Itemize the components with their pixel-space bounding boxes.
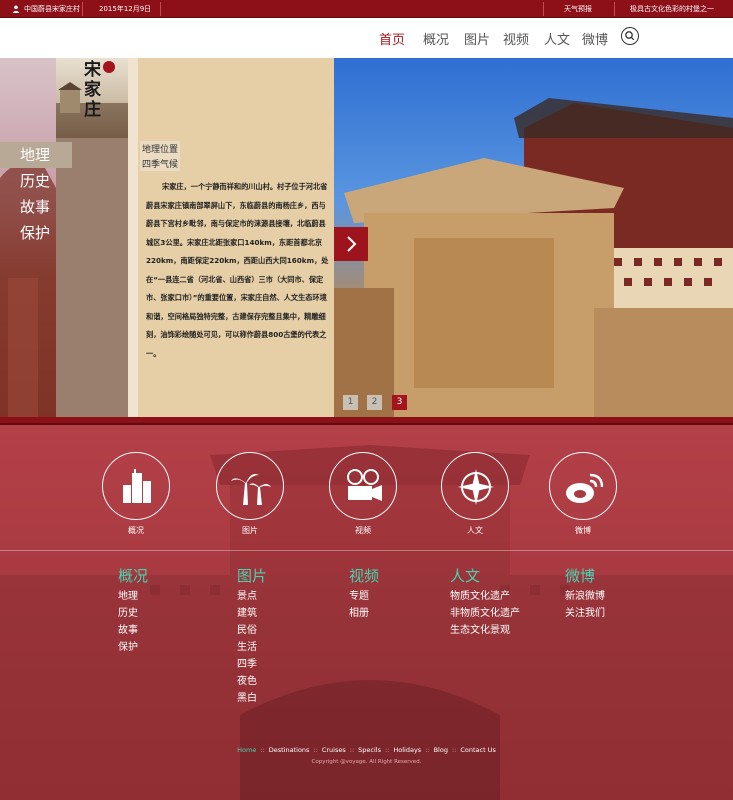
footer-link[interactable]: 专题 [349,588,379,605]
footer-column-weibo: 微博 新浪微博 关注我们 [565,565,605,622]
column-head[interactable]: 人文 [450,565,520,586]
divider [82,2,83,16]
date-text: 2015年12月9日 [99,5,152,13]
pager-dot[interactable]: 2 [367,395,382,410]
bottom-nav: Home:: Destinations:: Cruises:: Specils:: Ho… [237,746,496,754]
bottom-link-destinations[interactable]: Destinations [269,746,310,754]
culture-link[interactable] [441,452,509,520]
chevron-right-icon [347,236,357,252]
nav-item-weibo[interactable]: 微博 [582,29,608,48]
weibo-link[interactable] [549,452,617,520]
logo-text: 宋家庄 [84,60,101,120]
village-logo: 宋家庄 概述 [56,58,136,138]
footer-link[interactable]: 生态文化景观 [450,622,520,639]
nav-item-overview[interactable]: 概况 [423,29,449,48]
footer-link[interactable]: 新浪微博 [565,588,605,605]
footer-column-pictures: 图片 景点 建筑 民俗 生活 四季 夜色 黑白 [237,565,267,707]
bottom-link-home[interactable]: Home [237,746,256,754]
footer-link[interactable]: 保护 [118,639,148,656]
footer-link[interactable]: 景点 [237,588,267,605]
sub-item-climate[interactable]: 四季气候 [140,156,181,171]
search-icon [625,31,635,41]
subnav-strip [128,58,138,418]
footer-link[interactable]: 四季 [237,656,267,673]
footer-divider [0,550,733,551]
nav-item-home[interactable]: 首页 [379,29,405,48]
icon-label-overview: 概况 [128,526,144,535]
copyright-text: Copyright @voyage. All Right Reserved. [311,759,422,765]
main-nav: 首页 概况 图片 视频 人文 微博 [0,18,733,58]
divider [614,2,615,16]
compass-icon [458,469,494,505]
side-item-protection[interactable]: 保护 [0,220,72,246]
side-item-geography[interactable]: 地理 [0,142,72,168]
footer-link[interactable]: 生活 [237,639,267,656]
footer-link[interactable]: 相册 [349,605,379,622]
palm-trees-icon [231,474,271,505]
nav-item-pictures[interactable]: 图片 [464,29,490,48]
icon-label-culture: 人文 [467,526,483,535]
news-ticker: 极具古文化色彩的村堡之一 [630,5,714,13]
hero-bottom-band [0,417,733,425]
footer-column-videos: 视频 专题 相册 [349,565,379,622]
nav-item-videos[interactable]: 视频 [503,29,529,48]
footer-column-culture: 人文 物质文化遗产 非物质文化遗产 生态文化景观 [450,565,520,639]
icon-label-weibo: 微博 [575,526,591,535]
location-text: 中国蔚县宋家庄村 [24,5,80,13]
bottom-link-specils[interactable]: Specils [358,746,381,754]
pager-dot-active[interactable]: 3 [392,395,407,410]
buildings-icon [123,469,151,503]
footer-link[interactable]: 黑白 [237,690,267,707]
column-head[interactable]: 视频 [349,565,379,586]
top-info-bar: 中国蔚县宋家庄村 2015年12月9日 天气预报 极具古文化色彩的村堡之一 [0,0,733,18]
footer-link[interactable]: 民俗 [237,622,267,639]
column-head[interactable]: 图片 [237,565,267,586]
icon-label-pictures: 图片 [242,526,258,535]
footer-link[interactable]: 建筑 [237,605,267,622]
footer-link[interactable]: 关注我们 [565,605,605,622]
footer-link[interactable]: 历史 [118,605,148,622]
hero-slider: 宋家庄 概述 地理 历史 故事 保护 地理位置 四季气候 宋家庄，一个宁静而祥和… [0,58,733,418]
description-text: 宋家庄，一个宁静而祥和的川山村。村子位于河北省蔚县宋家庄镇南部翠屏山下，东临蔚县… [146,182,329,358]
side-item-stories[interactable]: 故事 [0,194,72,220]
footer-link[interactable]: 物质文化遗产 [450,588,520,605]
divider [160,2,161,16]
bottom-link-blog[interactable]: Blog [434,746,448,754]
footer-link[interactable]: 非物质文化遗产 [450,605,520,622]
bottom-link-contact[interactable]: Contact Us [460,746,496,754]
weather-link[interactable]: 天气预报 [564,0,592,18]
bottom-link-holidays[interactable]: Holidays [393,746,421,754]
bottom-link-cruises[interactable]: Cruises [322,746,346,754]
footer-link[interactable]: 夜色 [237,673,267,690]
footer: 概况 图片 视频 人文 微博 概况 地理 历史 故事 保护 图片 景点 建筑 民… [0,425,733,800]
search-button[interactable] [621,27,639,45]
footer-column-overview: 概况 地理 历史 故事 保护 [118,565,148,656]
footer-link[interactable]: 故事 [118,622,148,639]
pager-dot[interactable]: 1 [343,395,358,410]
divider [543,2,544,16]
footer-link[interactable]: 地理 [118,588,148,605]
videos-link[interactable] [329,452,397,520]
slide-photo [334,58,733,418]
person-icon [12,5,20,13]
icon-label-videos: 视频 [355,526,371,535]
weibo-icon [566,473,604,503]
film-projector-icon [347,469,382,501]
sub-item-location[interactable]: 地理位置 [140,141,181,156]
nav-item-culture[interactable]: 人文 [544,29,570,48]
column-head[interactable]: 概况 [118,565,148,586]
column-head[interactable]: 微博 [565,565,605,586]
next-slide-button[interactable] [334,227,368,261]
side-item-history[interactable]: 历史 [0,168,72,194]
overview-link[interactable] [102,452,170,520]
location: 中国蔚县宋家庄村 [12,0,80,18]
pictures-link[interactable] [216,452,284,520]
